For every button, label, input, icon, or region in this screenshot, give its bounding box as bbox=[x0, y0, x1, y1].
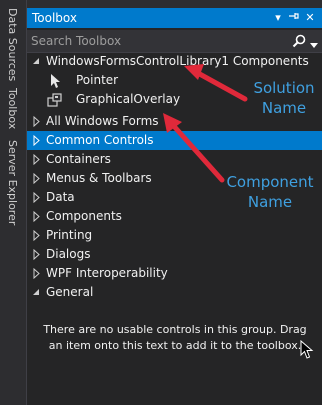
group-header-components[interactable]: WindowsFormsControlLibrary1 Components bbox=[27, 52, 322, 71]
dock-tab-strip: Data Sources Toolbox Server Explorer bbox=[0, 0, 27, 405]
group-header-menus-toolbars[interactable]: Menus & Toolbars bbox=[27, 169, 322, 188]
group-header-dialogs[interactable]: Dialogs bbox=[27, 245, 322, 264]
toolbox-item-pointer[interactable]: Pointer bbox=[27, 71, 322, 90]
group-label: WPF Interoperability bbox=[46, 266, 168, 280]
group-header-common-controls[interactable]: Common Controls bbox=[27, 131, 322, 150]
collapsed-arrow-icon[interactable] bbox=[31, 264, 43, 283]
collapsed-arrow-icon[interactable] bbox=[31, 131, 43, 150]
search-icon[interactable] bbox=[292, 34, 306, 48]
window-position-dropdown-icon[interactable]: ▾ bbox=[271, 10, 285, 26]
group-label: Dialogs bbox=[46, 247, 91, 261]
expanded-arrow-icon[interactable] bbox=[31, 52, 43, 71]
close-icon[interactable]: ✕ bbox=[303, 10, 317, 26]
auto-hide-pin-icon[interactable] bbox=[287, 10, 301, 26]
data-sources-tab[interactable]: Data Sources bbox=[5, 8, 19, 81]
group-label: Menus & Toolbars bbox=[46, 171, 152, 185]
collapsed-arrow-icon[interactable] bbox=[31, 226, 43, 245]
group-header-all-windows-forms[interactable]: All Windows Forms bbox=[27, 112, 322, 131]
group-label: Printing bbox=[46, 228, 93, 242]
item-label: GraphicalOverlay bbox=[76, 92, 181, 106]
collapsed-arrow-icon[interactable] bbox=[31, 245, 43, 264]
search-input[interactable] bbox=[31, 33, 281, 49]
collapsed-arrow-icon[interactable] bbox=[31, 207, 43, 226]
group-header-data[interactable]: Data bbox=[27, 188, 322, 207]
collapsed-arrow-icon[interactable] bbox=[31, 112, 43, 131]
group-label: WindowsFormsControlLibrary1 Components bbox=[46, 54, 309, 68]
group-label: Containers bbox=[46, 152, 111, 166]
collapsed-arrow-icon[interactable] bbox=[31, 150, 43, 169]
group-header-wpf-interoperability[interactable]: WPF Interoperability bbox=[27, 264, 322, 283]
toolbox-search-box[interactable] bbox=[27, 30, 322, 53]
server-explorer-tab[interactable]: Server Explorer bbox=[5, 140, 19, 225]
group-label: Common Controls bbox=[46, 133, 154, 147]
group-label: All Windows Forms bbox=[46, 114, 159, 128]
group-label: Data bbox=[46, 190, 75, 204]
pointer-arrow-icon bbox=[47, 73, 63, 89]
component-icon bbox=[47, 92, 63, 108]
collapsed-arrow-icon[interactable] bbox=[31, 188, 43, 207]
group-header-printing[interactable]: Printing bbox=[27, 226, 322, 245]
group-header-containers[interactable]: Containers bbox=[27, 150, 322, 169]
collapsed-arrow-icon[interactable] bbox=[31, 169, 43, 188]
group-label: Components bbox=[46, 209, 122, 223]
group-label: General bbox=[46, 285, 94, 299]
toolbox-tab[interactable]: Toolbox bbox=[5, 88, 19, 129]
toolbox-item-graphicaloverlay[interactable]: GraphicalOverlay bbox=[27, 90, 322, 109]
toolbox-title: Toolbox bbox=[32, 11, 77, 25]
toolbox-title-bar[interactable]: Toolbox ▾ ✕ bbox=[27, 8, 322, 28]
item-label: Pointer bbox=[76, 73, 119, 87]
toolbox-panel: Toolbox ▾ ✕ WindowsFormsControlLibrary1 … bbox=[27, 8, 322, 405]
expanded-arrow-icon[interactable] bbox=[31, 283, 43, 302]
group-header-components-group[interactable]: Components bbox=[27, 207, 322, 226]
search-options-dropdown-icon[interactable] bbox=[310, 38, 318, 48]
group-header-general[interactable]: General bbox=[27, 283, 322, 302]
empty-group-message[interactable]: There are no usable controls in this gro… bbox=[35, 322, 315, 354]
